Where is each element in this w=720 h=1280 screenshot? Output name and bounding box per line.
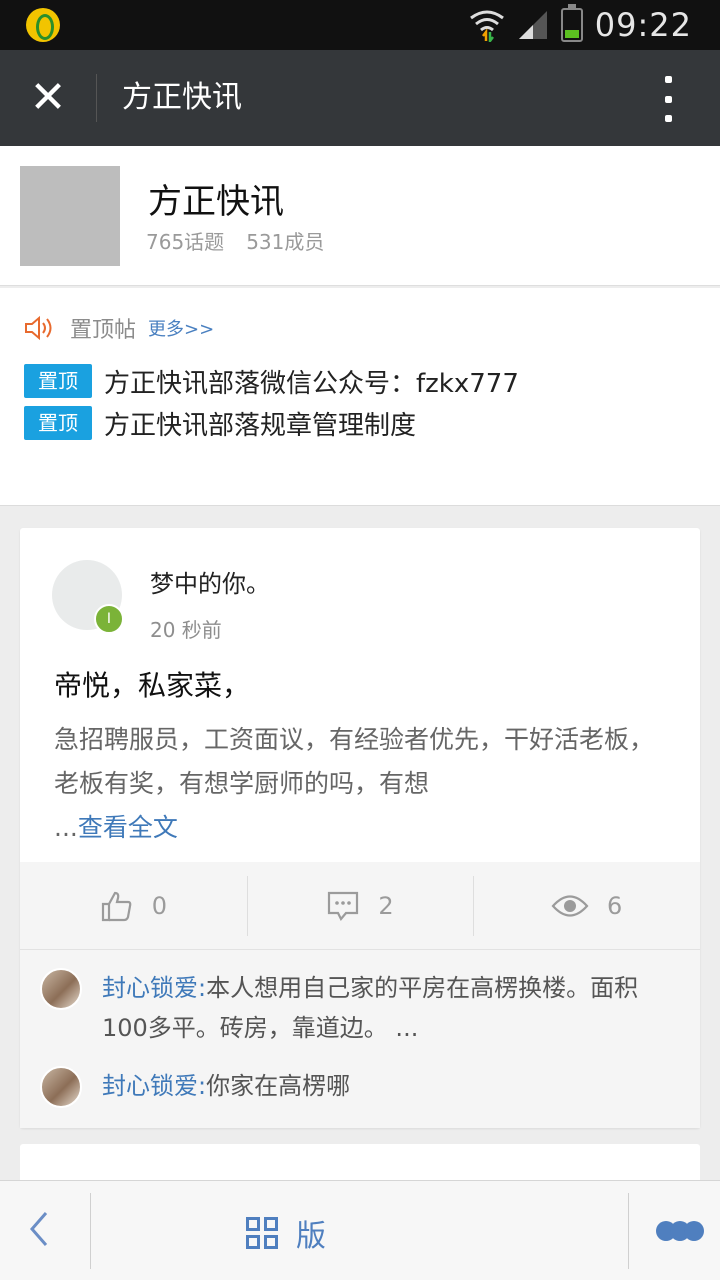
pinned-section: 置顶帖 更多>> 置顶 方正快讯部落微信公众号：fzkx777 置顶 方正快讯部… <box>0 288 720 506</box>
pinned-header: 置顶帖 更多>> <box>24 312 214 344</box>
post-title: 帝悦，私家菜， <box>54 669 251 702</box>
bottom-toolbar: 版 <box>0 1180 720 1280</box>
toolbar-divider <box>90 1193 91 1269</box>
comment-content: 你家在高楞哪 <box>206 1072 351 1100</box>
wifi-icon <box>469 10 504 42</box>
more-vertical-icon[interactable] <box>656 76 680 122</box>
eye-icon <box>551 893 589 919</box>
nav-divider <box>96 74 97 122</box>
comment-item[interactable]: 封心锁爱:本人想用自己家的平房在高楞换楼。面积100多平。砖房，靠道边。 ... <box>40 968 680 1048</box>
nav-title: 方正快讯 <box>122 80 242 115</box>
status-indicators: 09:22 <box>469 4 692 44</box>
speaker-icon <box>25 315 52 341</box>
comment-icon <box>326 889 360 923</box>
group-avatar[interactable] <box>20 166 120 266</box>
comment-separator: : <box>198 974 207 1002</box>
commenter-avatar[interactable] <box>40 1066 82 1108</box>
signal-icon <box>518 11 547 39</box>
status-time: 09:22 <box>594 6 692 44</box>
like-button[interactable]: 0 <box>20 862 247 949</box>
level-badge: I <box>94 604 124 634</box>
post-card[interactable]: I 梦中的你。 20 秒前 帝悦，私家菜， 急招聘服员，工资面议，有经验者优先，… <box>20 528 700 1128</box>
read-more-link[interactable]: 查看全文 <box>78 813 178 842</box>
pinned-item[interactable]: 置顶 方正快讯部落微信公众号：fzkx777 <box>24 364 519 399</box>
view-button: 6 <box>473 862 700 949</box>
pin-badge: 置顶 <box>24 406 92 440</box>
group-header: 方正快讯 765话题 531成员 <box>0 146 720 286</box>
commenter-name[interactable]: 封心锁爱 <box>102 1072 198 1100</box>
post-body-text: 急招聘服员，工资面议，有经验者优先，干好活老板，老板有奖，有想学厨师的吗，有想 <box>54 725 655 798</box>
pinned-label: 置顶帖 <box>70 318 137 343</box>
pinned-item[interactable]: 置顶 方正快讯部落规章管理制度 <box>24 406 417 441</box>
music-app-icon <box>26 8 60 42</box>
group-stats: 765话题 531成员 <box>146 226 324 255</box>
comment-list: 封心锁爱:本人想用自己家的平房在高楞换楼。面积100多平。砖房，靠道边。 ...… <box>20 950 700 1128</box>
more-dots-icon[interactable] <box>656 1221 704 1243</box>
post-body: 急招聘服员，工资面议，有经验者优先，干好活老板，老板有奖，有想学厨师的吗，有想 … <box>54 718 674 850</box>
nav-bar: ✕ 方正快讯 <box>0 50 720 146</box>
view-count: 6 <box>607 891 623 920</box>
pinned-more-link[interactable]: 更多>> <box>148 315 214 341</box>
comment-text: 封心锁爱:本人想用自己家的平房在高楞换楼。面积100多平。砖房，靠道边。 ... <box>102 968 680 1048</box>
comment-separator: : <box>198 1072 207 1100</box>
toolbar-divider <box>628 1193 629 1269</box>
author-name[interactable]: 梦中的你。 <box>150 564 270 599</box>
battery-icon <box>560 4 583 42</box>
pin-badge: 置顶 <box>24 364 92 398</box>
pinned-item-title: 方正快讯部落微信公众号：fzkx777 <box>104 368 519 399</box>
commenter-avatar[interactable] <box>40 968 82 1010</box>
like-count: 0 <box>151 891 167 920</box>
post-time: 20 秒前 <box>150 618 222 642</box>
comment-item[interactable]: 封心锁爱:你家在高楞哪 <box>40 1066 680 1108</box>
topic-count: 765话题 <box>146 230 225 254</box>
commenter-name[interactable]: 封心锁爱 <box>102 974 198 1002</box>
chevron-left-icon[interactable] <box>24 1209 64 1253</box>
comment-count: 2 <box>378 891 394 920</box>
group-name: 方正快讯 <box>148 182 284 222</box>
comment-text: 封心锁爱:你家在高楞哪 <box>102 1066 350 1108</box>
board-label: 版 <box>296 1219 326 1254</box>
thumbs-up-icon <box>100 889 134 923</box>
member-count: 531成员 <box>246 230 325 254</box>
comment-button[interactable]: 2 <box>246 862 474 949</box>
grid-icon <box>246 1217 278 1249</box>
close-icon[interactable]: ✕ <box>22 74 74 122</box>
status-bar: 09:22 <box>0 0 720 50</box>
post-actions: 0 2 6 <box>20 862 700 950</box>
pinned-item-title: 方正快讯部落规章管理制度 <box>104 410 417 441</box>
body-ellipsis: ... <box>54 813 78 842</box>
board-button[interactable]: 版 <box>246 1211 326 1255</box>
